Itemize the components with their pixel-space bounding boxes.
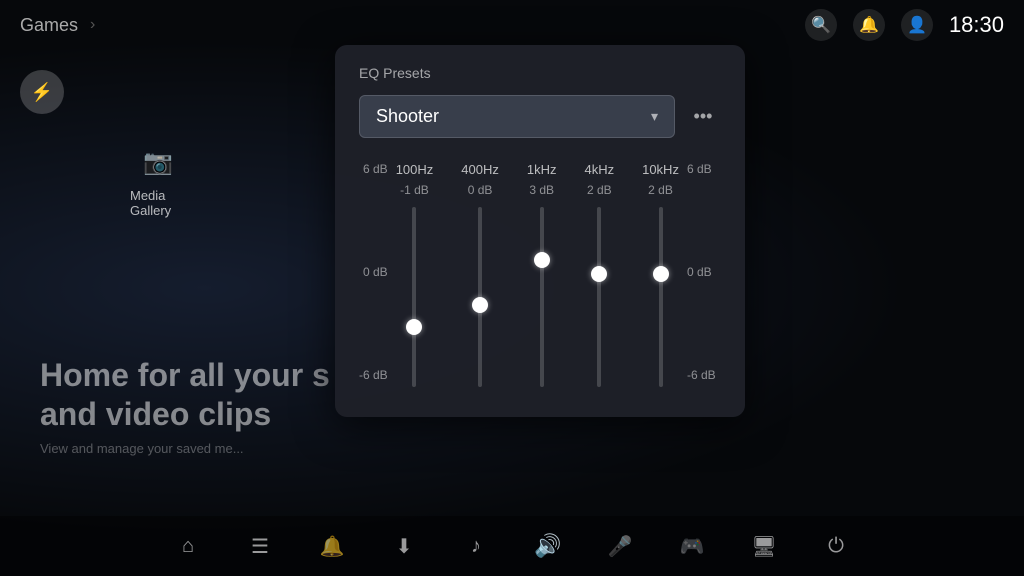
label-6db-right: 6 dB <box>687 162 716 176</box>
eq-modal: EQ Presets Shooter ▾ ••• 6 dB 0 dB -6 dB… <box>335 45 745 417</box>
left-icons: ⚡ 📷 Media Gallery <box>20 70 64 114</box>
slider-thumb-3[interactable] <box>591 266 607 282</box>
nav-icon-5[interactable]: 🔊 <box>532 530 564 562</box>
chevron-down-icon: ▾ <box>651 108 658 125</box>
eq-labels-right: 6 dB 0 dB -6 dB <box>687 162 716 382</box>
eq-channel-4kHz: 4kHz 2 dB <box>584 162 614 387</box>
bottom-nav: ⌂ ☰ 🔔 ⬇ ♪ 🔊 🎤 🎮 🖥 ⏻ <box>0 516 1024 576</box>
nav-icon-8[interactable]: 🖥 <box>748 530 780 562</box>
nav-icon-1[interactable]: ☰ <box>244 530 276 562</box>
eq-more-button[interactable]: ••• <box>685 99 721 135</box>
eq-preset-value: Shooter <box>376 106 439 127</box>
eq-channel-1kHz: 1kHz 3 dB <box>527 162 557 387</box>
eq-title: EQ Presets <box>359 65 721 81</box>
home-subtitle: View and manage your saved me... <box>40 441 330 456</box>
nav-icon-2[interactable]: 🔔 <box>316 530 348 562</box>
nav-icon-0[interactable]: ⌂ <box>172 530 204 562</box>
clock: 18:30 <box>949 12 1004 38</box>
nav-icon-3[interactable]: ⬇ <box>388 530 420 562</box>
top-bar: Games › 🔍 🔔 👤 18:30 <box>0 0 1024 50</box>
freq-label-2: 1kHz <box>527 162 557 177</box>
slider-track-3[interactable] <box>597 207 601 387</box>
db-label-0: -1 dB <box>400 183 429 197</box>
media-gallery-section[interactable]: 📷 Media Gallery <box>130 140 186 218</box>
notifications-icon[interactable]: 🔔 <box>853 9 885 41</box>
slider-thumb-2[interactable] <box>534 252 550 268</box>
eq-preset-select[interactable]: Shooter ▾ <box>359 95 675 138</box>
db-label-2: 3 dB <box>529 183 554 197</box>
eq-labels-left: 6 dB 0 dB -6 dB <box>359 162 388 382</box>
label-0db-right: 0 dB <box>687 265 716 279</box>
db-label-3: 2 dB <box>587 183 612 197</box>
bolt-icon[interactable]: ⚡ <box>20 70 64 114</box>
freq-label-4: 10kHz <box>642 162 679 177</box>
freq-label-1: 400Hz <box>461 162 499 177</box>
eq-channel-400Hz: 400Hz 0 dB <box>461 162 499 387</box>
eq-header: Shooter ▾ ••• <box>359 95 721 138</box>
media-gallery-label: Media Gallery <box>130 188 186 218</box>
eq-channel-10kHz: 10kHz 2 dB <box>642 162 679 387</box>
slider-track-4[interactable] <box>659 207 663 387</box>
label-neg6db-left: -6 dB <box>359 368 388 382</box>
home-headline: Home for all your s and video clips <box>40 356 330 433</box>
eq-channel-100Hz: 100Hz -1 dB <box>396 162 434 387</box>
label-0db-left: 0 dB <box>359 265 388 279</box>
user-icon[interactable]: 👤 <box>901 9 933 41</box>
eq-channels: 100Hz -1 dB 400Hz 0 dB 1kHz 3 dB 4kHz 2 … <box>396 162 679 387</box>
slider-track-0[interactable] <box>412 207 416 387</box>
nav-icon-9[interactable]: ⏻ <box>820 530 852 562</box>
nav-icon-4[interactable]: ♪ <box>460 530 492 562</box>
freq-label-0: 100Hz <box>396 162 434 177</box>
home-text: Home for all your s and video clips View… <box>40 356 330 456</box>
label-neg6db-right: -6 dB <box>687 368 716 382</box>
slider-track-1[interactable] <box>478 207 482 387</box>
nav-icon-7[interactable]: 🎮 <box>676 530 708 562</box>
freq-label-3: 4kHz <box>584 162 614 177</box>
search-icon[interactable]: 🔍 <box>805 9 837 41</box>
games-label: Games <box>20 15 78 36</box>
db-label-4: 2 dB <box>648 183 673 197</box>
label-6db-left: 6 dB <box>359 162 388 176</box>
slider-thumb-0[interactable] <box>406 319 422 335</box>
top-bar-divider: › <box>90 16 95 34</box>
slider-track-2[interactable] <box>540 207 544 387</box>
nav-icon-6[interactable]: 🎤 <box>604 530 636 562</box>
top-bar-right: 🔍 🔔 👤 18:30 <box>805 9 1004 41</box>
camera-icon: 📷 <box>130 140 186 184</box>
db-label-1: 0 dB <box>468 183 493 197</box>
eq-sliders-area: 6 dB 0 dB -6 dB 100Hz -1 dB 400Hz 0 dB 1… <box>359 162 721 387</box>
slider-thumb-4[interactable] <box>653 266 669 282</box>
slider-thumb-1[interactable] <box>472 297 488 313</box>
